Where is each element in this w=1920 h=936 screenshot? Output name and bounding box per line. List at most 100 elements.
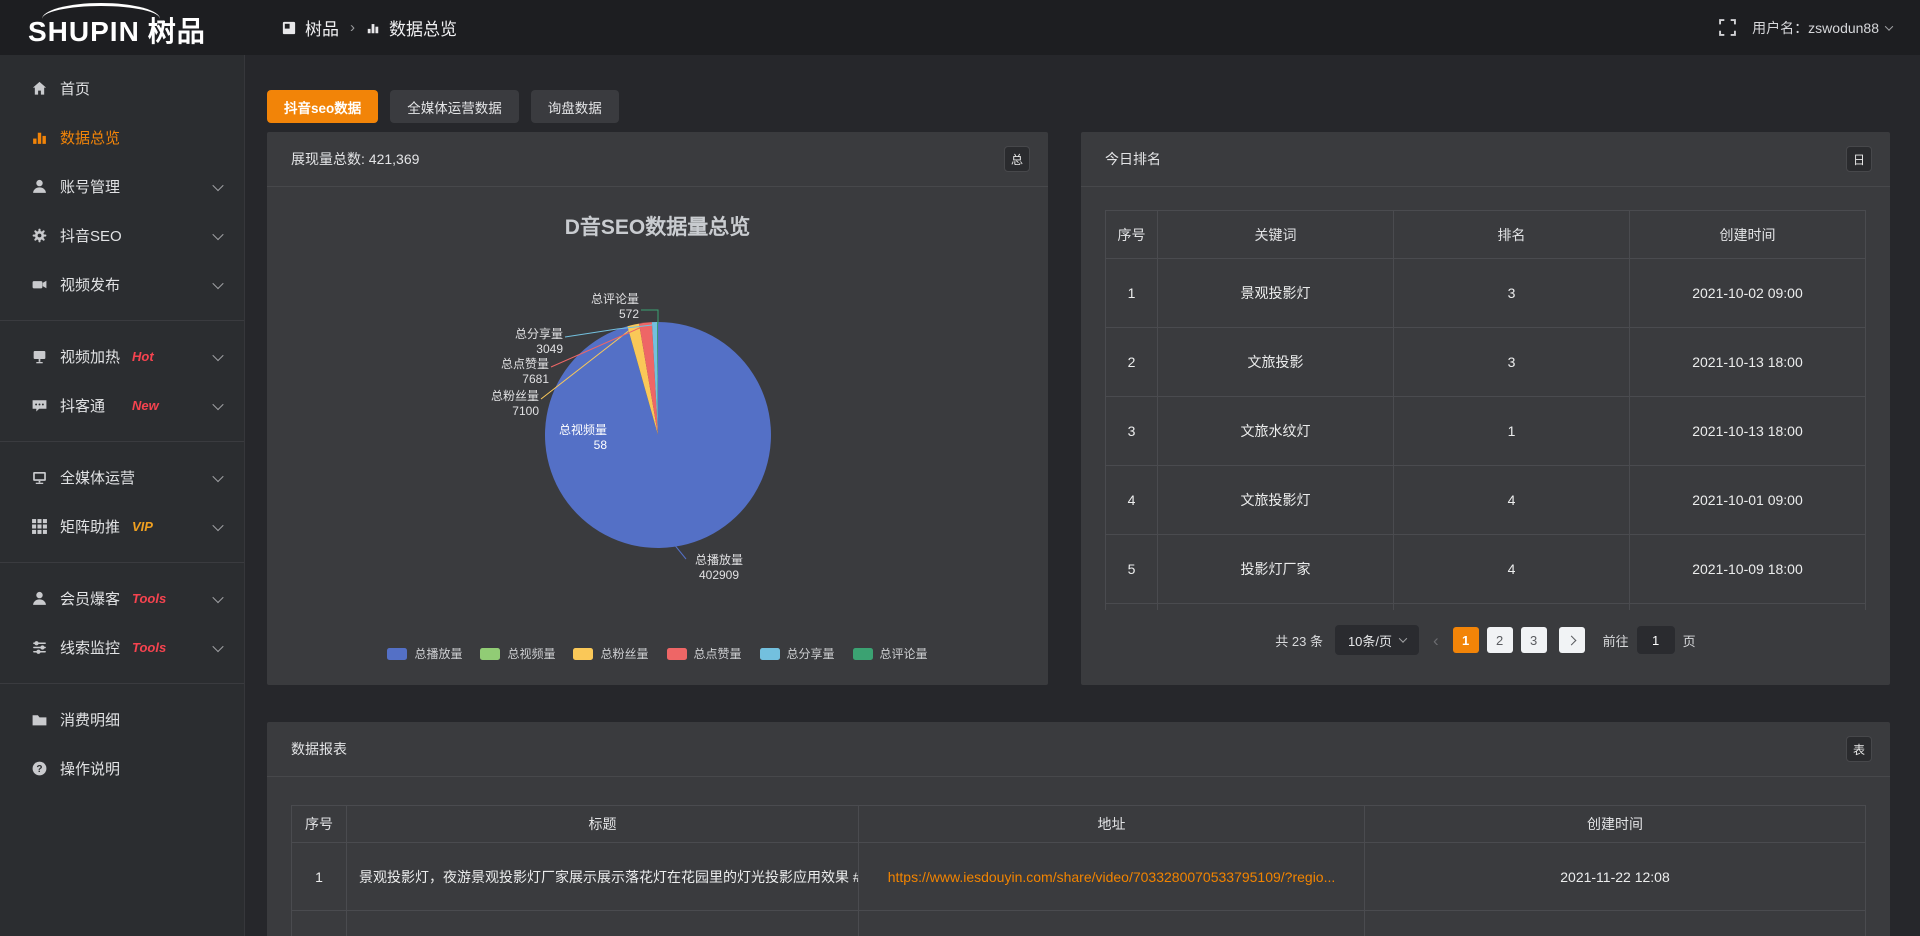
ranking-cell: 文旅水纹灯 [1158,397,1394,466]
ranking-cell: 3 [1106,397,1158,466]
ranking-cell: 1 [1106,259,1158,328]
tab-0[interactable]: 抖音seo数据 [267,90,378,123]
prev-page-button[interactable]: ‹ [1431,632,1441,649]
tab-2[interactable]: 询盘数据 [531,90,619,123]
sidebar-item-label: 数据总览 [60,127,120,148]
ranking-cell: 3 [1394,328,1630,397]
legend-label: 总评论量 [880,645,928,662]
svg-text:?: ? [36,764,42,775]
ranking-cell: 2021-10-13 18:00 [1630,397,1866,466]
logo-arc [42,3,160,19]
report-header-row: 序号标题地址创建时间 [292,806,1866,843]
sidebar-item-label: 账号管理 [60,176,120,197]
sidebar-item-11[interactable]: 消费明细 [0,695,244,744]
logo[interactable]: SHUPIN树品 [28,10,206,50]
fullscreen-icon[interactable] [1719,19,1736,36]
pie-label-video: 总视频量58 [551,423,607,453]
sidebar-item-8[interactable]: 矩阵助推VIP [0,502,244,551]
breadcrumb-separator: › [350,19,355,36]
user-star-icon [30,590,48,608]
impressions-title: 展现量总数: 421,369 [291,149,419,169]
folder-icon [30,711,48,729]
page-size-select[interactable]: 10条/页 [1335,625,1419,655]
legend-label: 总分享量 [787,645,835,662]
sidebar-item-7[interactable]: 全媒体运营 [0,453,244,502]
sidebar-item-label: 视频加热 [60,346,120,367]
legend-swatch [853,648,873,660]
bar-chart-icon [366,21,380,35]
chevron-down-icon [1399,634,1407,642]
ranking-cell: 2021-10-13 18:00 [1630,328,1866,397]
chevron-down-icon [212,277,223,288]
legend-swatch [387,648,407,660]
sidebar-item-badge: Tools [132,591,166,606]
sidebar-divider [0,441,244,442]
sidebar-item-1[interactable]: 数据总览 [0,113,244,162]
ranking-cell: 2 [1106,328,1158,397]
sidebar-item-label: 消费明细 [60,709,120,730]
goto-page-input[interactable] [1637,626,1675,654]
pie-chart: D音SEO数据量总览 总播放量402909 总视频量58 总粉丝量7100 总点… [267,187,1048,684]
video-camera-icon [30,276,48,294]
ranking-col-header: 关键词 [1158,211,1394,259]
sidebar-item-label: 操作说明 [60,758,120,779]
legend-swatch [667,648,687,660]
impressions-corner-badge[interactable]: 总 [1004,146,1030,172]
legend-swatch [760,648,780,660]
legend-label: 总播放量 [414,645,462,662]
page-button-1[interactable]: 1 [1453,627,1479,653]
goto-label: 前往 [1603,631,1629,650]
sidebar-item-label: 线索监控 [60,637,120,658]
ranking-cell: 4 [1394,535,1630,604]
legend-item-1[interactable]: 总视频量 [480,645,555,662]
gear-icon [30,227,48,245]
ranking-panel: 今日排名 日 序号关键词排名创建时间 1景观投影灯32021-10-02 09:… [1081,132,1890,685]
tab-bar: 抖音seo数据全媒体运营数据询盘数据 [267,90,619,123]
sidebar-item-3[interactable]: 抖音SEO [0,211,244,260]
chat-icon [30,397,48,415]
ranking-cell: 2021-10-09 18:00 [1630,535,1866,604]
pie-label-like: 总点赞量7681 [477,357,549,387]
chevron-down-icon [212,228,223,239]
legend-item-2[interactable]: 总粉丝量 [573,645,648,662]
legend-item-3[interactable]: 总点赞量 [667,645,742,662]
sidebar-item-2[interactable]: 账号管理 [0,162,244,211]
page-button-2[interactable]: 2 [1487,627,1513,653]
legend-item-4[interactable]: 总分享量 [760,645,835,662]
breadcrumb-item-home[interactable]: 树品 [305,15,339,40]
legend-item-0[interactable]: 总播放量 [387,645,462,662]
user-menu[interactable]: 用户名：zswodun88 [1752,18,1892,38]
ranking-cell: 2021-10-01 09:00 [1630,466,1866,535]
report-link[interactable]: https://www.iesdouyin.com/share/video/70… [888,869,1336,885]
page-button-3[interactable]: 3 [1521,627,1547,653]
report-url-cell: https://www.iesdouyin.com/share/video/70… [859,843,1365,911]
next-page-button[interactable] [1559,627,1585,653]
ranking-col-header: 创建时间 [1630,211,1866,259]
ranking-row: 1景观投影灯32021-10-02 09:00 [1106,259,1866,328]
report-corner-badge[interactable]: 表 [1846,736,1872,762]
sidebar-item-10[interactable]: 线索监控Tools [0,623,244,672]
sidebar-item-5[interactable]: 视频加热 Hot [0,332,244,381]
chart-legend: 总播放量 总视频量 总粉丝量 总点赞量 总分享量 总评论量 [267,645,1048,662]
page-buttons: 123 [1453,627,1547,653]
report-title-cell: 景观投影灯，夜游景观投影灯厂家展示展示落花灯在花园里的灯光投影应用效果 # [347,843,859,911]
chevron-down-icon [212,591,223,602]
sidebar-item-0[interactable]: 首页 [0,64,244,113]
tab-1[interactable]: 全媒体运营数据 [390,90,519,123]
sidebar-item-label: 抖客通 [60,395,105,416]
sidebar-item-12[interactable]: ? 操作说明 [0,744,244,793]
ranking-corner-badge[interactable]: 日 [1846,146,1872,172]
report-panel: 数据报表 表 序号标题地址创建时间 1景观投影灯，夜游景观投影灯厂家展示展示落花… [267,722,1890,936]
sidebar-item-label: 矩阵助推 [60,516,120,537]
ranking-cell: 1 [1394,397,1630,466]
sidebar-item-4[interactable]: 视频发布 [0,260,244,309]
heat-screen-icon [30,348,48,366]
ranking-cell: 2021-10-02 09:00 [1630,259,1866,328]
sidebar-item-6[interactable]: 抖客通New [0,381,244,430]
impressions-panel: 展现量总数: 421,369 总 D音SEO数据量总览 总播放量402909 总… [267,132,1048,685]
sidebar-divider [0,683,244,684]
breadcrumb-item-current: 数据总览 [389,15,457,40]
sidebar-item-9[interactable]: 会员爆客Tools [0,574,244,623]
legend-item-5[interactable]: 总评论量 [853,645,928,662]
sidebar-item-badge: Hot [132,349,154,364]
